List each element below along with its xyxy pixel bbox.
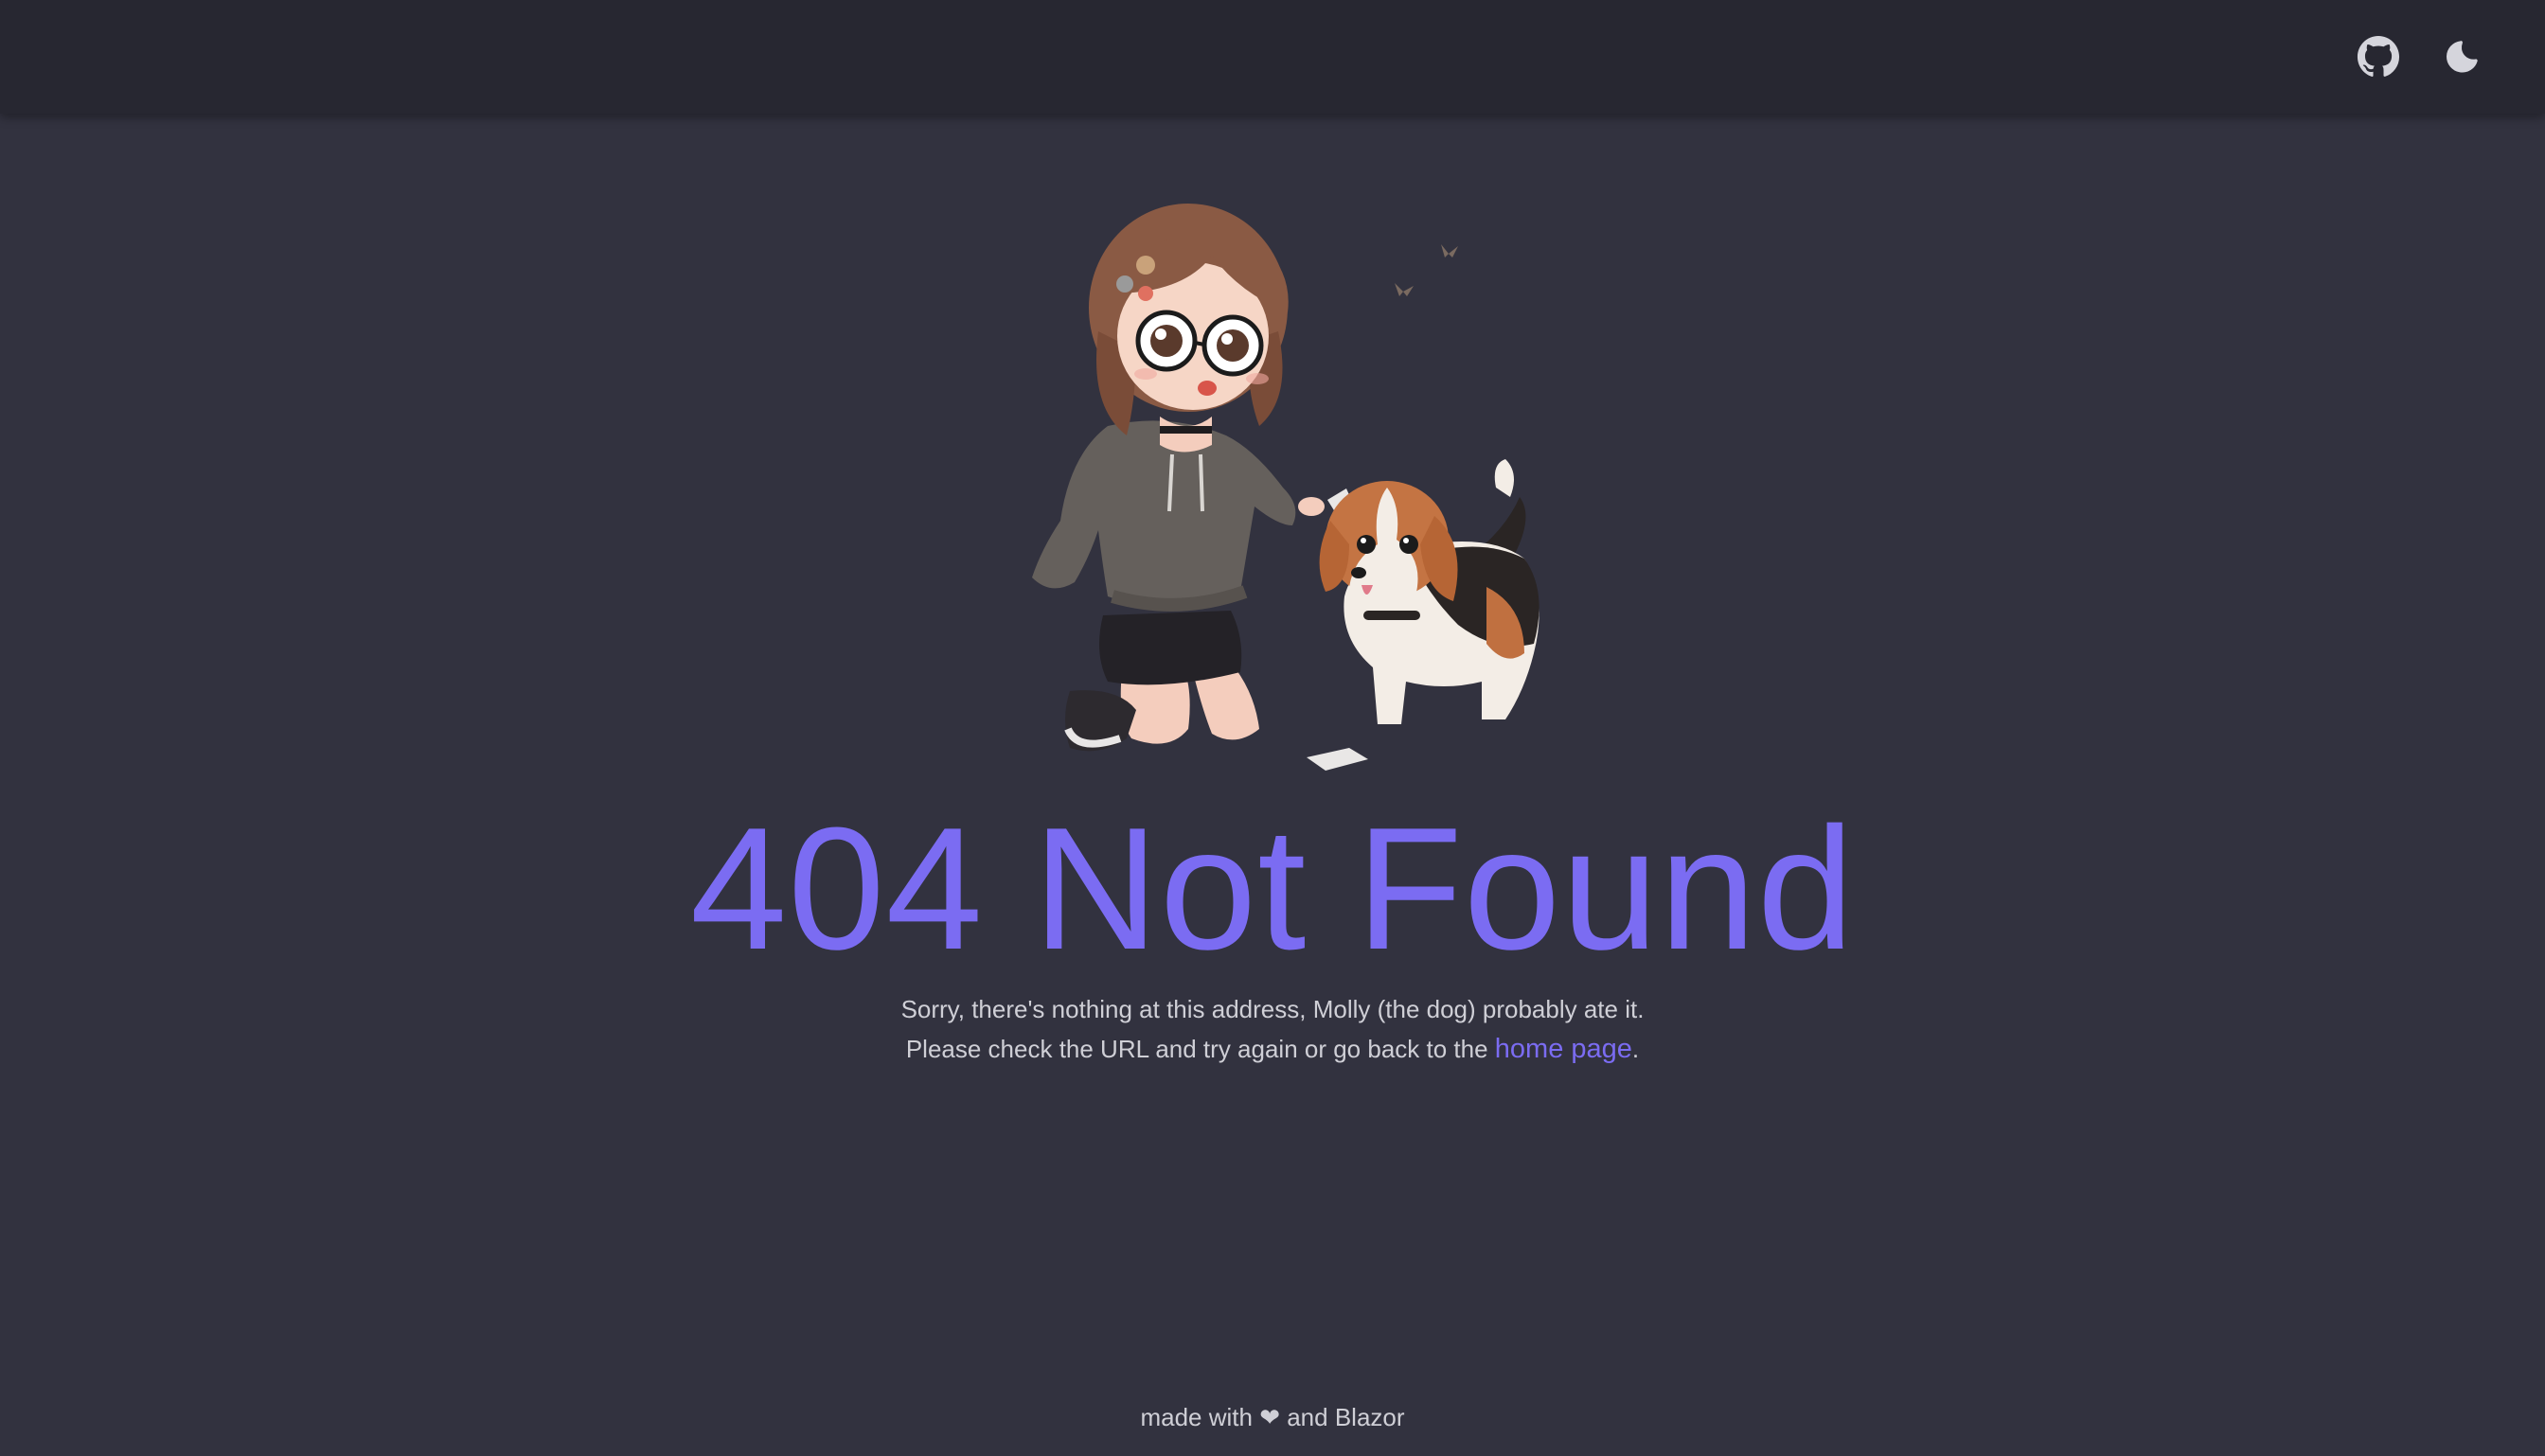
girl-figure	[1032, 204, 1368, 771]
footer-prefix: made with	[1140, 1403, 1253, 1431]
heart-icon: ❤	[1259, 1403, 1280, 1431]
page-title: 404 Not Found	[689, 790, 1856, 985]
butterfly-icon	[1395, 244, 1458, 296]
moon-icon	[2446, 41, 2478, 73]
error-message-line-2-suffix: .	[1631, 1035, 1640, 1063]
github-button[interactable]	[2344, 23, 2412, 91]
github-icon	[2357, 35, 2400, 77]
theme-toggle-button[interactable]	[2428, 23, 2496, 91]
app-bar	[0, 0, 2545, 114]
home-page-link[interactable]: home page	[1495, 1034, 1632, 1064]
footer-suffix: and Blazor	[1287, 1403, 1405, 1431]
error-message: Sorry, there's nothing at this address, …	[0, 989, 2545, 1069]
girl-and-dog-illustration	[1032, 204, 1539, 771]
beagle-dog-figure	[1319, 459, 1539, 724]
error-message-line-2: Please check the URL and try again or go…	[0, 1029, 2545, 1069]
error-message-line-2-prefix: Please check the URL and try again or go…	[905, 1035, 1495, 1063]
error-message-line-1: Sorry, there's nothing at this address, …	[900, 995, 1645, 1023]
footer: made with ❤ and Blazor	[0, 1403, 2545, 1432]
